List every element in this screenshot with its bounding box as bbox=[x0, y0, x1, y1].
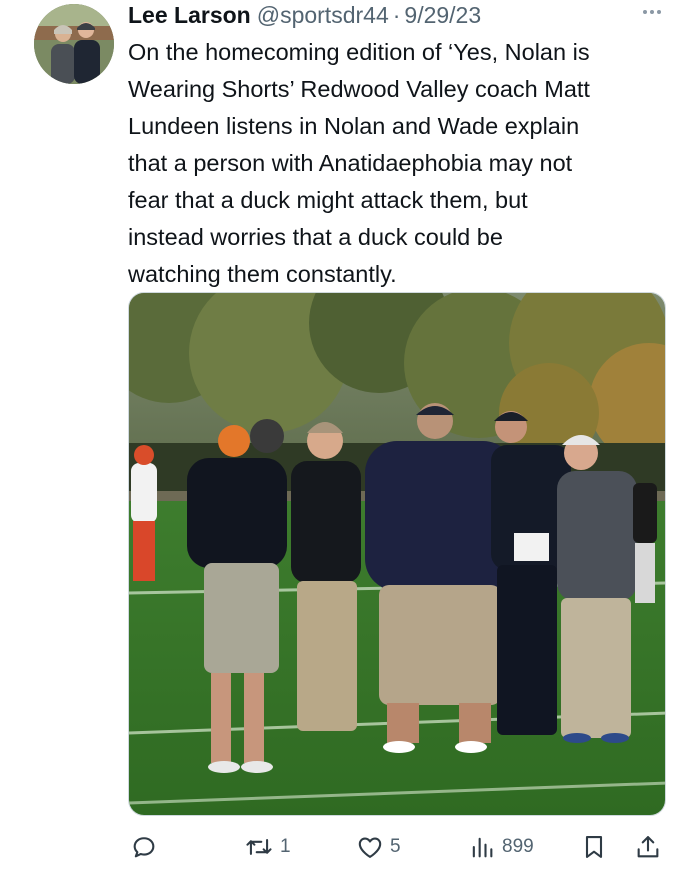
like-count: 5 bbox=[390, 836, 401, 857]
share-icon bbox=[637, 836, 659, 858]
display-name[interactable]: Lee Larson bbox=[128, 0, 251, 30]
heart-icon bbox=[358, 837, 382, 858]
tweet-date[interactable]: 9/29/23 bbox=[404, 0, 481, 30]
retweet-count: 1 bbox=[280, 836, 291, 857]
reply-button[interactable] bbox=[130, 830, 164, 864]
more-options-icon[interactable] bbox=[637, 2, 667, 22]
share-button[interactable] bbox=[634, 830, 662, 864]
avatar[interactable] bbox=[34, 4, 114, 84]
tweet-text: On the homecoming edition of ‘Yes, Nolan… bbox=[128, 39, 590, 287]
user-handle[interactable]: @sportsdr44 bbox=[257, 0, 389, 30]
action-bar: 1 5 899 bbox=[128, 830, 668, 864]
reply-icon bbox=[133, 837, 155, 858]
tweet: Lee Larson @sportsdr44 · 9/29/23 On the … bbox=[0, 0, 700, 869]
tweet-header: Lee Larson @sportsdr44 · 9/29/23 bbox=[128, 0, 481, 30]
avatar-photo bbox=[34, 4, 114, 84]
photo-football-field-scene bbox=[129, 293, 665, 815]
bookmark-button[interactable] bbox=[580, 830, 608, 864]
views-count: 899 bbox=[502, 836, 534, 857]
bookmark-icon bbox=[585, 836, 603, 858]
like-button[interactable]: 5 bbox=[356, 830, 401, 864]
separator-dot: · bbox=[392, 2, 401, 28]
retweet-icon bbox=[246, 839, 272, 855]
views-icon bbox=[472, 837, 493, 858]
retweet-button[interactable]: 1 bbox=[244, 830, 291, 864]
views-button[interactable]: 899 bbox=[468, 830, 534, 864]
tweet-photo[interactable] bbox=[128, 292, 666, 816]
